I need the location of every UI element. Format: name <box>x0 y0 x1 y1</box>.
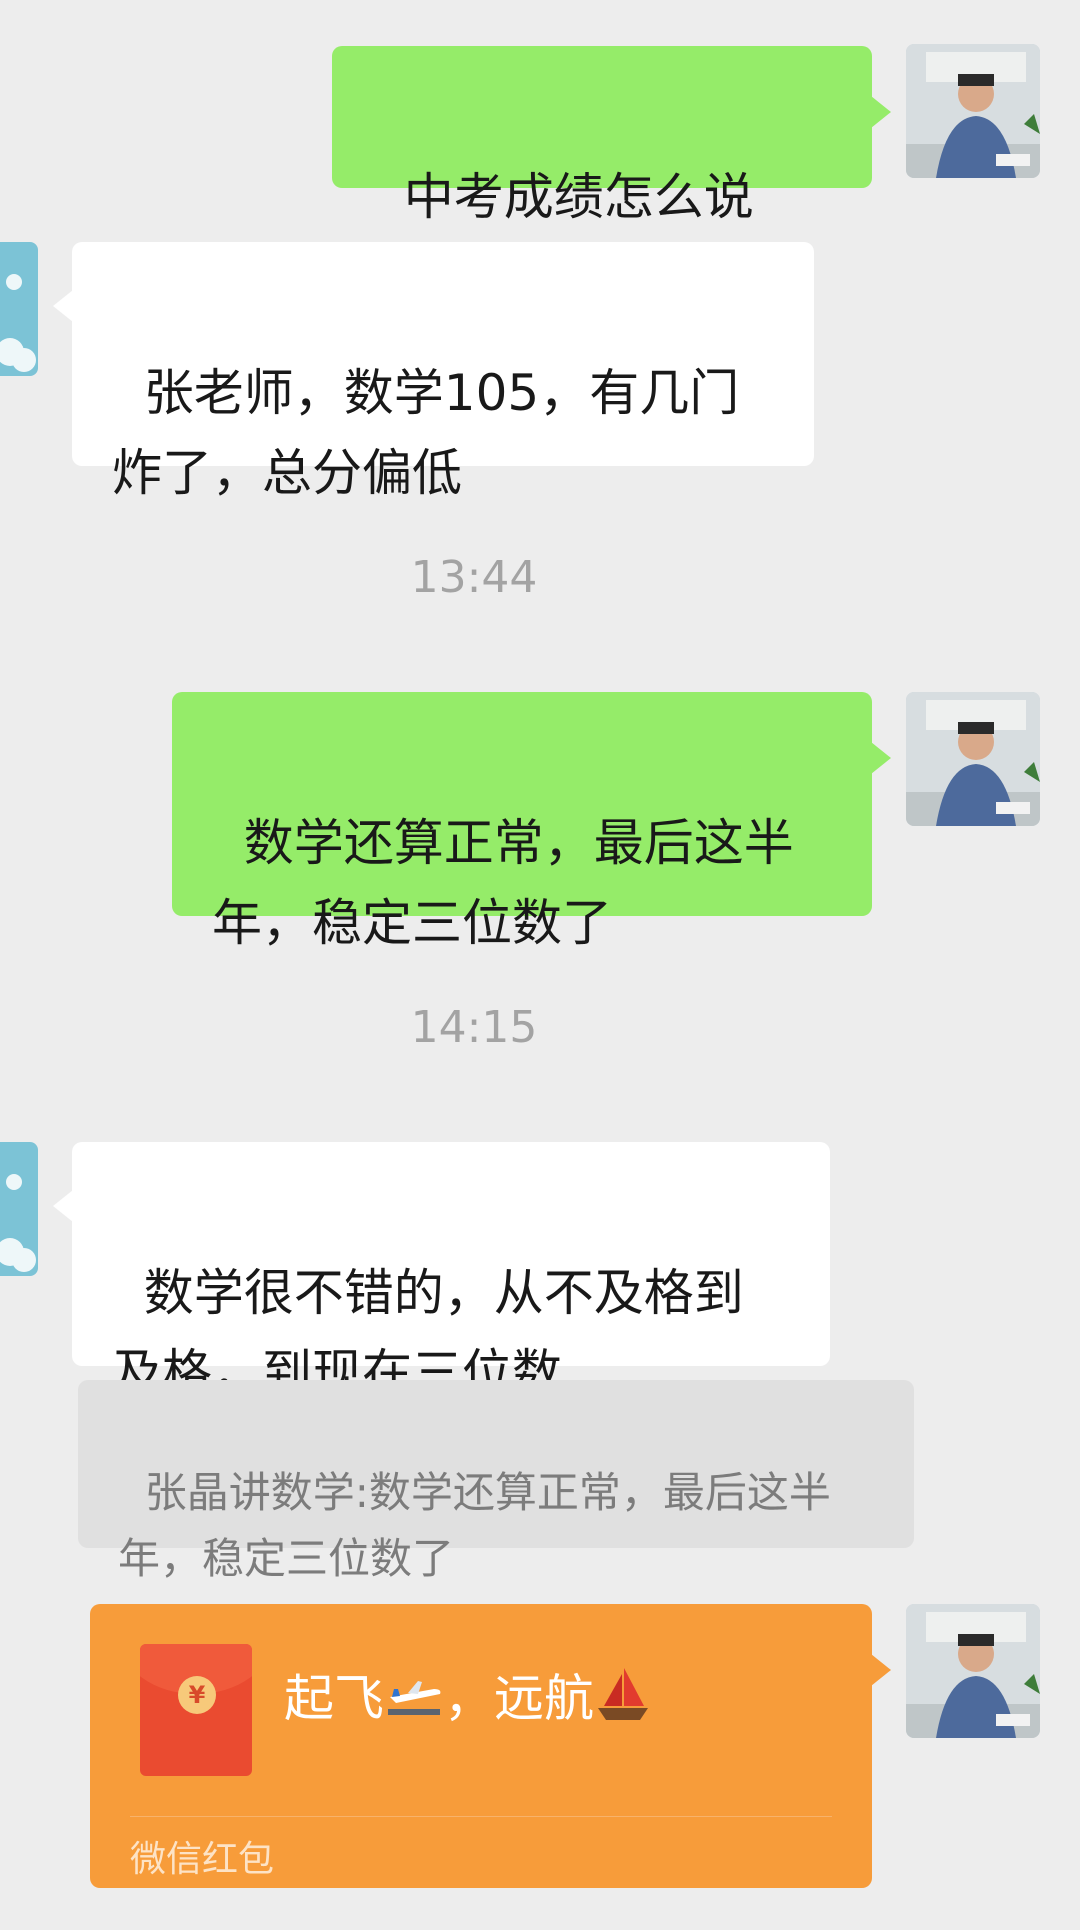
contact-avatar[interactable] <box>0 1142 38 1276</box>
timestamp: 14:15 <box>410 1002 538 1053</box>
divider <box>130 1816 832 1817</box>
contact-avatar[interactable] <box>0 242 38 376</box>
red-envelope-icon: ¥ <box>140 1644 252 1776</box>
message-bubble-outgoing[interactable]: 数学还算正常，最后这半 年，稳定三位数了 <box>172 692 891 952</box>
timestamp: 13:44 <box>410 552 538 603</box>
message-bubble-incoming[interactable]: 数学很不错的，从不及格到 及格，到现在三位数 <box>53 1142 830 1402</box>
message-text: 中考成绩怎么说 <box>403 168 754 226</box>
message-text: 数学还算正常，最后这半 年，稳定三位数了 <box>212 814 794 952</box>
my-avatar[interactable] <box>906 1604 1040 1738</box>
red-packet-label: 微信红包 <box>130 1839 275 1880</box>
my-avatar[interactable] <box>906 692 1040 826</box>
message-bubble-incoming[interactable]: 张老师，数学105，有几门 炸了，总分偏低 <box>53 242 814 502</box>
red-packet-greeting: 起飞 ，远航 <box>284 1664 652 1740</box>
quoted-message[interactable]: 张晶讲数学:数学还算正常，最后这半 年，稳定三位数了 <box>78 1380 914 1583</box>
sailboat-icon <box>594 1664 652 1740</box>
message-text: 张老师，数学105，有几门 炸了，总分偏低 <box>112 364 740 502</box>
my-avatar[interactable] <box>906 44 1040 178</box>
airplane-icon <box>384 1669 444 1735</box>
message-bubble-outgoing[interactable]: 中考成绩怎么说 <box>332 46 891 376</box>
red-packet-message[interactable]: ¥ 起飞 ，远航 微信红包 <box>90 1604 891 1888</box>
quoted-text: 张晶讲数学:数学还算正常，最后这半 年，稳定三位数了 <box>118 1468 831 1583</box>
